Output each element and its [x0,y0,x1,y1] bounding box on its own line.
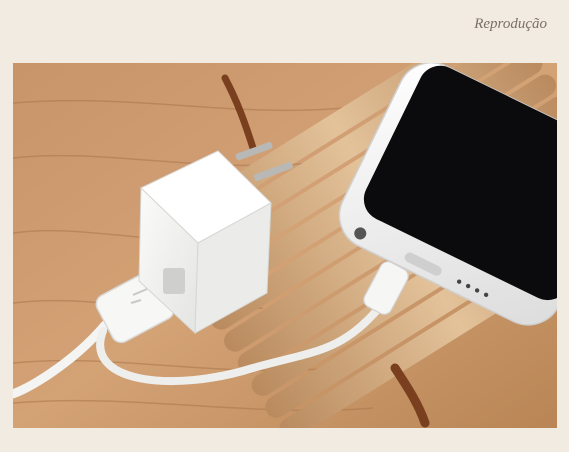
photo-card: Reprodução [0,0,569,452]
product-photo [13,63,557,428]
photo-illustration [13,63,557,428]
photo-credit: Reprodução [474,16,547,32]
